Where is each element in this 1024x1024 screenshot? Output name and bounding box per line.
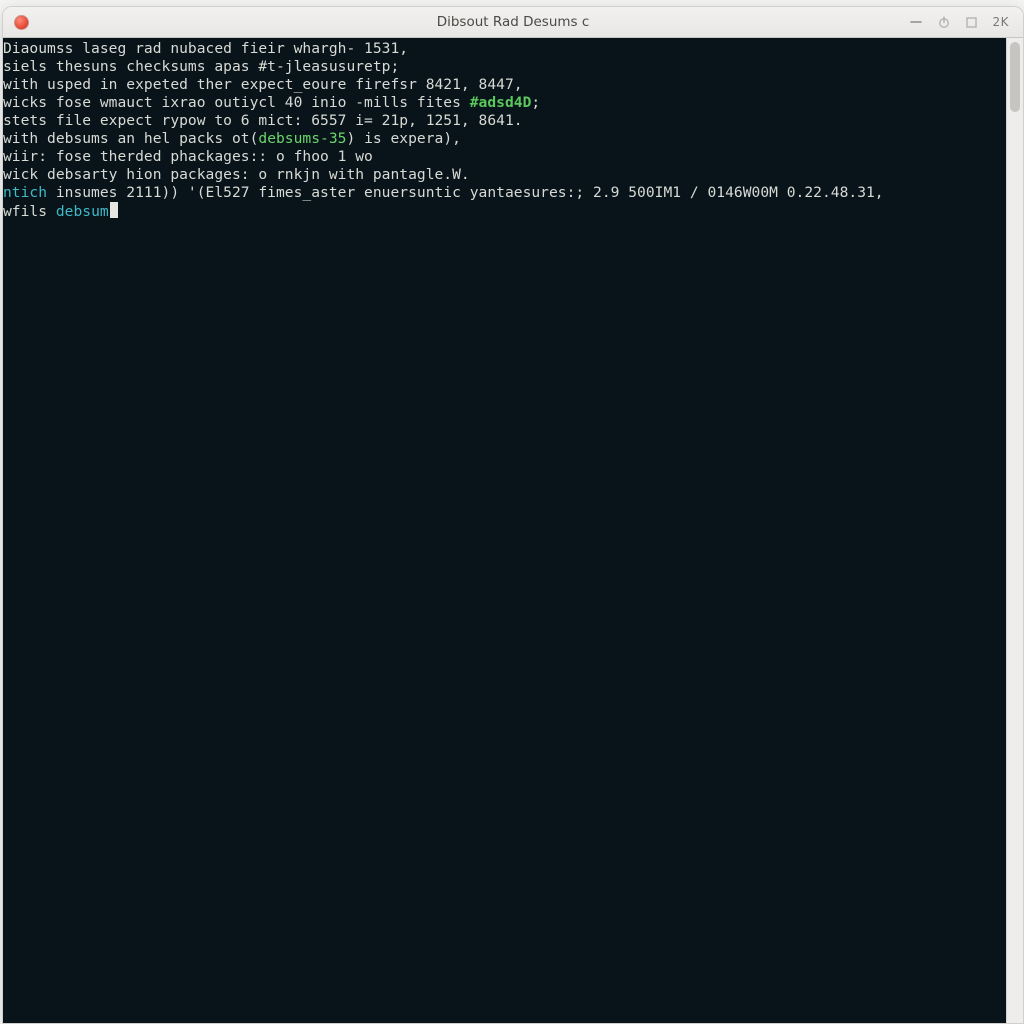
terminal-text: wiir: fose therded phackages:: o fhoo 1 … [3, 148, 373, 165]
terminal-text: ; [531, 94, 540, 111]
maximize-icon[interactable] [965, 16, 978, 29]
terminal-line: wicks fose wmauct ixrao outiycl 40 inio … [3, 94, 1006, 112]
terminal-line: siels thesuns checksums apas #t-jleasusu… [3, 58, 1006, 76]
scrollbar-track[interactable] [1006, 38, 1023, 1023]
minimize-icon[interactable] [909, 15, 923, 29]
terminal-text: debsums-35 [258, 130, 346, 147]
terminal-text: wicks fose wmauct ixrao outiycl 40 inio … [3, 94, 470, 111]
terminal-area: Diaoumss laseg rad nubaced fieir whargh-… [3, 38, 1023, 1023]
titlebar[interactable]: Dibsout Rad Desums c 2K [3, 7, 1023, 38]
terminal-text: wfils [3, 203, 56, 220]
window-controls [3, 16, 115, 29]
app-window: Dibsout Rad Desums c 2K Diaoumss laseg r… [2, 6, 1024, 1024]
terminal-line: wick debsarty hion packages: o rnkjn wit… [3, 166, 1006, 184]
terminal-line: with debsums an hel packs ot(debsums-35)… [3, 130, 1006, 148]
terminal-text: debsum [56, 203, 109, 220]
terminal-text: with usped in expeted ther expect_eoure … [3, 76, 523, 93]
terminal-text: stets file expect rypow to 6 mict: 6557 … [3, 112, 523, 129]
terminal-text: Diaoumss laseg rad nubaced fieir whargh-… [3, 40, 408, 57]
terminal-line: stets file expect rypow to 6 mict: 6557 … [3, 112, 1006, 130]
terminal-text: insumes 2111)) '(El527 fimes_aster enuer… [47, 184, 884, 201]
terminal-line: Diaoumss laseg rad nubaced fieir whargh-… [3, 40, 1006, 58]
close-icon[interactable] [15, 16, 28, 29]
terminal-text: siels thesuns checksums apas #t-jleasusu… [3, 58, 399, 75]
terminal-text: ntich [3, 184, 47, 201]
terminal-text: #adsd4D [470, 94, 532, 111]
terminal[interactable]: Diaoumss laseg rad nubaced fieir whargh-… [3, 38, 1006, 1023]
titlebar-actions: 2K [909, 15, 1023, 29]
terminal-line: with usped in expeted ther expect_eoure … [3, 76, 1006, 94]
scrollbar-thumb[interactable] [1010, 42, 1020, 112]
terminal-line: wfils debsum [3, 202, 1006, 221]
terminal-cursor [110, 202, 119, 218]
power-icon[interactable] [937, 15, 951, 29]
terminal-line: ntich insumes 2111)) '(El527 fimes_aster… [3, 184, 1006, 202]
terminal-text: wick debsarty hion packages: o rnkjn wit… [3, 166, 470, 183]
terminal-text: ) is expera), [346, 130, 460, 147]
window-title: Dibsout Rad Desums c [3, 14, 1023, 30]
terminal-line: wiir: fose therded phackages:: o fhoo 1 … [3, 148, 1006, 166]
terminal-text: with debsums an hel packs ot( [3, 130, 258, 147]
titlebar-right-label: 2K [992, 15, 1009, 29]
